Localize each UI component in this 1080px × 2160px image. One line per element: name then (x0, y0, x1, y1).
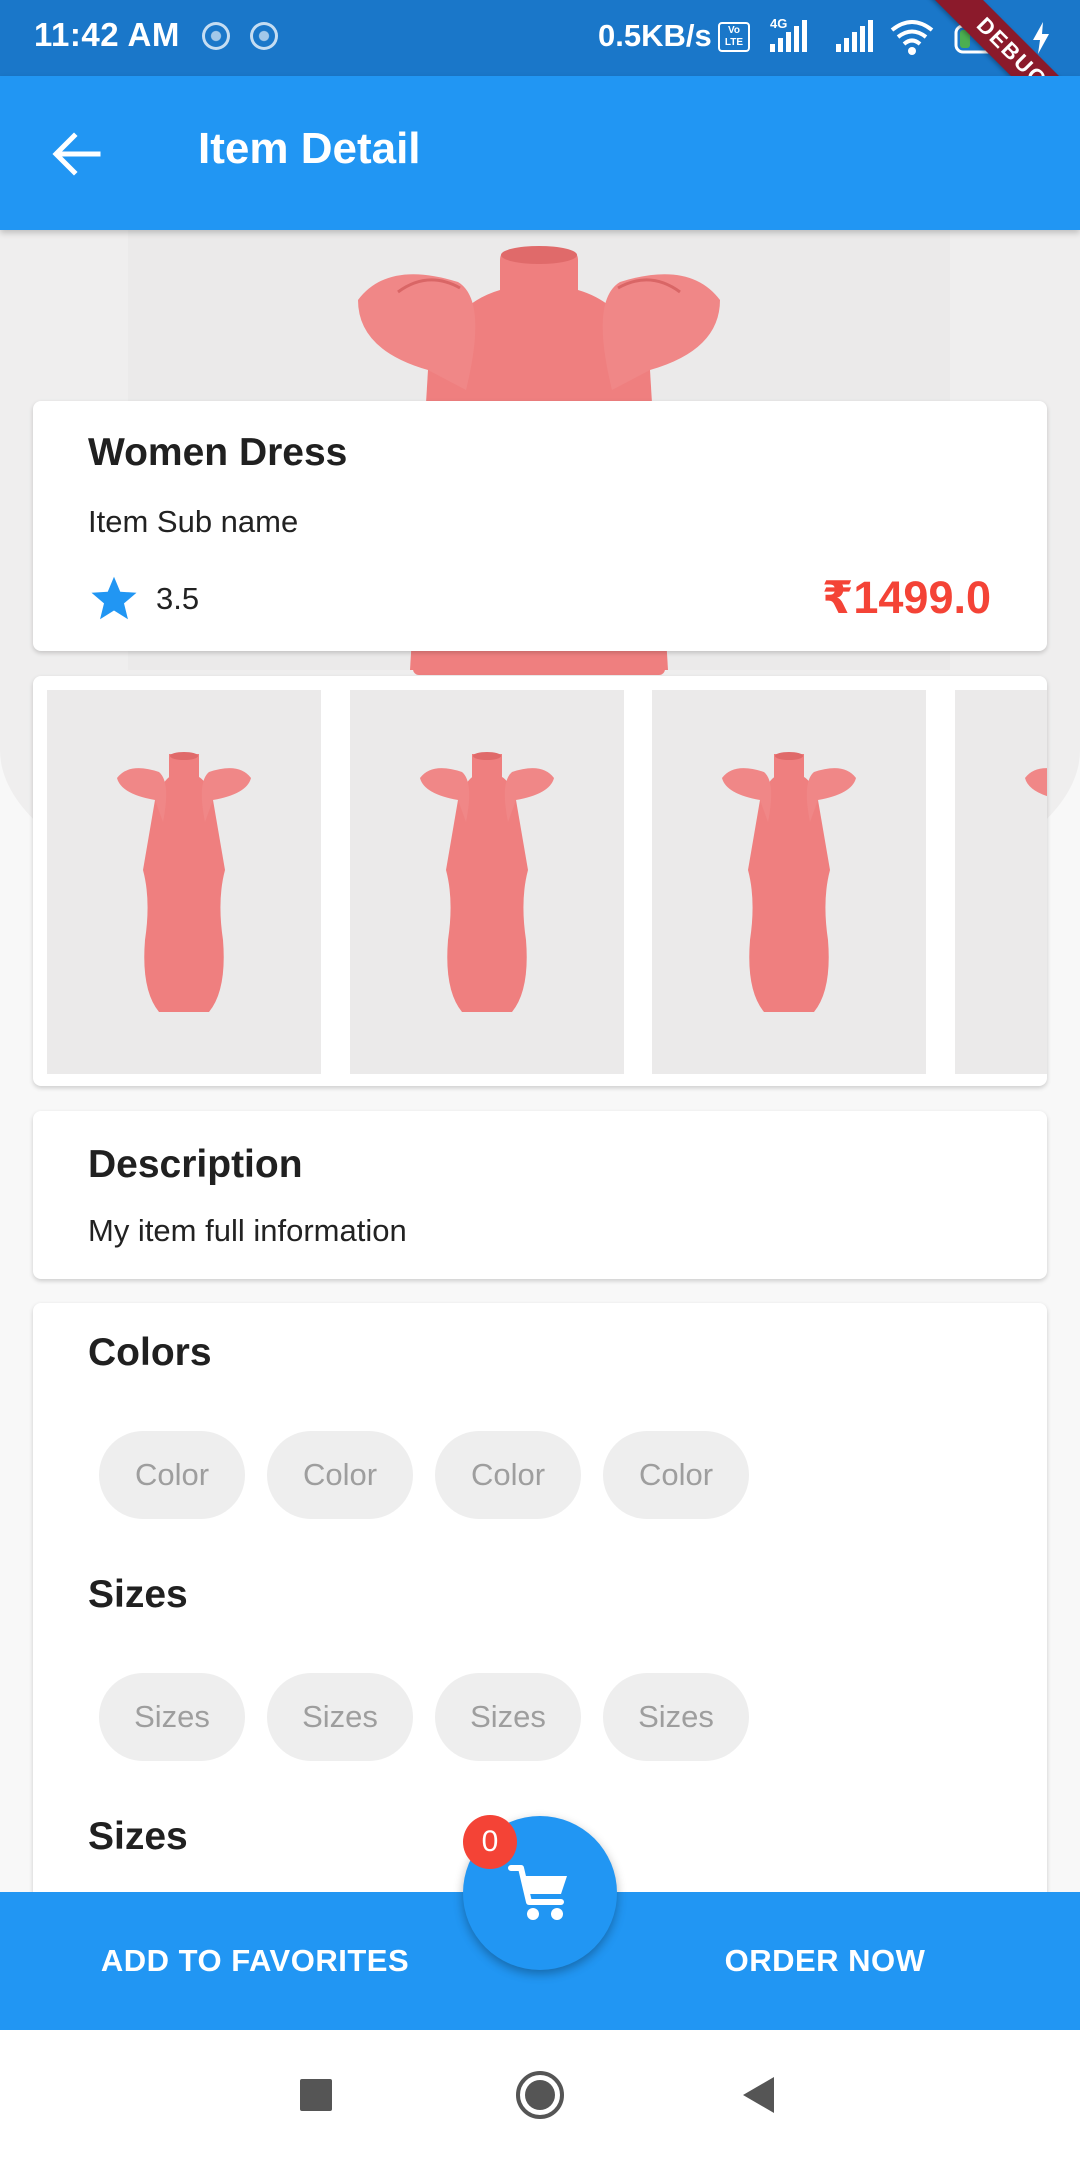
size-chip[interactable]: Sizes (267, 1673, 413, 1761)
system-navigation-bar (0, 2030, 1080, 2160)
cart-count-badge: 0 (463, 1815, 517, 1869)
app-bar: Item Detail (0, 76, 1080, 230)
dress-thumbnail-image (722, 752, 856, 1012)
dress-hem (413, 651, 665, 675)
size-chips: Sizes Sizes Sizes Sizes (99, 1673, 749, 1761)
gallery-thumbnail[interactable] (955, 690, 1047, 1074)
size-chip[interactable]: Sizes (603, 1673, 749, 1761)
add-to-favorites-button[interactable]: ADD TO FAVORITES (60, 1892, 450, 2030)
back-nav-button[interactable] (724, 2060, 794, 2130)
square-icon (300, 2079, 332, 2111)
item-detail-screen: 11:42 AM 0.5KB/s Vo LTE 4G DEBUG Item De… (0, 0, 1080, 2160)
item-title-card: Women Dress Item Sub name 3.5 ₹1499.0 (33, 401, 1047, 651)
description-title: Description (88, 1143, 303, 1186)
colors-title: Colors (88, 1331, 212, 1374)
sizes-title: Sizes (88, 1573, 188, 1616)
sync-icon (202, 22, 230, 50)
description-card: Description My item full information (33, 1111, 1047, 1279)
wifi-icon (890, 20, 934, 55)
arrow-back-icon (52, 132, 101, 176)
order-now-button[interactable]: ORDER NOW (630, 1892, 1020, 2030)
dress-thumbnail-image (1025, 768, 1047, 797)
volte-label: Vo (727, 25, 741, 36)
star-icon (91, 576, 137, 620)
circle-icon (516, 2071, 564, 2119)
page-title: Item Detail (198, 124, 421, 173)
back-button[interactable] (40, 118, 112, 190)
description-text: My item full information (88, 1213, 407, 1248)
charging-icon (1033, 22, 1049, 54)
options-card: Colors Color Color Color Color Sizes Siz… (33, 1303, 1047, 1903)
item-price: ₹1499.0 (822, 572, 991, 623)
dress-thumbnail-image (117, 752, 251, 1012)
sizes-title-second: Sizes (88, 1815, 188, 1858)
notification-icons (202, 22, 278, 50)
color-chips: Color Color Color Color (99, 1431, 749, 1519)
lte-label: LTE (724, 37, 744, 48)
status-time: 11:42 AM (34, 16, 180, 53)
shopping-cart-icon (508, 1865, 567, 1920)
size-chip[interactable]: Sizes (99, 1673, 245, 1761)
gallery-thumbnail[interactable] (652, 690, 926, 1074)
volte-icon: Vo LTE (718, 22, 750, 52)
color-chip[interactable]: Color (603, 1431, 749, 1519)
rating-value: 3.5 (156, 581, 200, 616)
image-gallery[interactable] (33, 676, 1047, 1086)
battery-icon (954, 24, 1014, 54)
color-chip[interactable]: Color (99, 1431, 245, 1519)
dress-thumbnail-image (420, 752, 554, 1012)
home-button[interactable] (505, 2060, 575, 2130)
network-speed: 0.5KB/s (598, 18, 712, 53)
triangle-back-icon (743, 2077, 774, 2113)
color-chip[interactable]: Color (267, 1431, 413, 1519)
gallery-thumbnail[interactable] (47, 690, 321, 1074)
signal-strength-icon (770, 20, 807, 52)
sync-icon (250, 22, 278, 50)
signal-strength-icon (836, 20, 873, 52)
item-name: Women Dress (88, 431, 348, 474)
color-chip[interactable]: Color (435, 1431, 581, 1519)
gallery-thumbnail[interactable] (350, 690, 624, 1074)
item-sub-name: Item Sub name (88, 504, 299, 539)
status-bar: 11:42 AM 0.5KB/s Vo LTE 4G DEBUG (0, 0, 1080, 157)
size-chip[interactable]: Sizes (435, 1673, 581, 1761)
recent-apps-button[interactable] (281, 2060, 351, 2130)
